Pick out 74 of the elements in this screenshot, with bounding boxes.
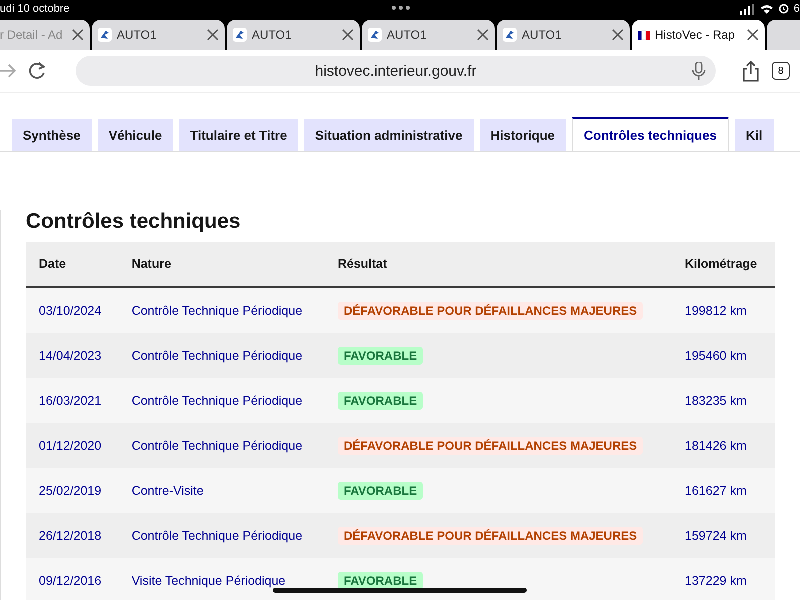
section-heading: Contrôles techniques (26, 210, 242, 234)
page-tab[interactable]: Titulaire et Titre (179, 119, 298, 151)
table-cell: 161627 km (672, 468, 775, 513)
table-cell: Visite Technique Périodique (118, 558, 325, 600)
table-cell: 03/10/2024 (26, 287, 119, 333)
result-tag: FAVORABLE (338, 392, 424, 410)
tab-title: AUTO1 (387, 28, 428, 42)
browser-tab[interactable]: AUTO1 (497, 20, 630, 50)
close-icon[interactable] (477, 29, 489, 41)
table-cell: 195460 km (672, 333, 775, 378)
close-icon[interactable] (72, 29, 84, 41)
signal-icon (740, 4, 755, 14)
tab-title: r Detail - Ad (0, 28, 64, 42)
battery-percent: 6 (794, 3, 800, 15)
table-cell: 159724 km (672, 513, 775, 558)
table-cell: Contrôle Technique Périodique (118, 287, 325, 333)
result-tag: FAVORABLE (338, 346, 424, 364)
result-tag: DÉFAVORABLE POUR DÉFAILLANCES MAJEURES (338, 436, 644, 454)
share-icon[interactable] (742, 60, 760, 82)
table-cell: Contrôle Technique Périodique (118, 513, 325, 558)
tab-count-button[interactable]: 8 (772, 62, 790, 80)
clock-icon (778, 4, 789, 14)
table-cell: Contre-Visite (118, 468, 325, 513)
table-cell: 181426 km (672, 423, 775, 468)
table-cell: 26/12/2018 (26, 513, 119, 558)
table-cell: Contrôle Technique Périodique (118, 378, 325, 423)
flag-icon (638, 28, 650, 42)
close-icon[interactable] (207, 29, 219, 41)
result-tag: FAVORABLE (338, 572, 424, 590)
result-tag: DÉFAVORABLE POUR DÉFAILLANCES MAJEURES (338, 302, 644, 320)
table-cell: 01/12/2020 (26, 423, 119, 468)
close-icon[interactable] (747, 29, 759, 41)
table-cell: Contrôle Technique Périodique (118, 333, 325, 378)
page-tab[interactable]: Historique (480, 119, 566, 151)
tab-title: AUTO1 (252, 28, 293, 42)
table-cell: 199812 km (672, 287, 775, 333)
favicon-icon (98, 28, 112, 42)
tab-title: AUTO1 (522, 28, 563, 42)
reload-icon[interactable] (28, 62, 46, 80)
result-tag: FAVORABLE (338, 482, 424, 500)
column-header: Résultat (324, 242, 672, 287)
address-field[interactable]: histovec.interieur.gouv.fr (76, 56, 716, 86)
page-tab[interactable]: Situation administrative (304, 119, 474, 151)
close-icon[interactable] (342, 29, 354, 41)
table-cell: 25/02/2019 (26, 468, 119, 513)
url-text: histovec.interieur.gouv.fr (315, 62, 477, 80)
browser-tab[interactable]: AUTO1 (92, 20, 225, 50)
page-tab[interactable]: Synthèse (12, 119, 92, 151)
favicon-icon (368, 28, 382, 42)
column-header: Kilométrage (672, 242, 775, 287)
page-tab[interactable]: Kil (734, 119, 774, 151)
page-tab[interactable]: Contrôles techniques (572, 117, 729, 151)
favicon-icon (233, 28, 247, 42)
browser-tab[interactable]: AUTO1 (362, 20, 495, 50)
table-cell: 09/12/2016 (26, 558, 119, 600)
wifi-icon (760, 4, 774, 14)
column-header: Nature (118, 242, 325, 287)
table-cell: 137229 km (672, 558, 775, 600)
more-icon[interactable] (392, 6, 410, 10)
tab-title: HistoVec - Rap (655, 28, 736, 42)
table-cell: 183235 km (672, 378, 775, 423)
browser-tab[interactable]: AUTO1 (227, 20, 360, 50)
page-tab[interactable]: Véhicule (98, 119, 174, 151)
table-cell: Contrôle Technique Périodique (118, 423, 325, 468)
favicon-icon (503, 28, 517, 42)
browser-tab[interactable]: HistoVec - Rap (632, 20, 765, 50)
tab-title: AUTO1 (117, 28, 158, 42)
status-date: udi 10 octobre (0, 3, 70, 15)
table-cell: 16/03/2021 (26, 378, 119, 423)
result-tag: DÉFAVORABLE POUR DÉFAILLANCES MAJEURES (338, 526, 644, 544)
table-cell: 14/04/2023 (26, 333, 119, 378)
close-icon[interactable] (612, 29, 624, 41)
column-header: Date (26, 242, 119, 287)
microphone-icon[interactable] (692, 62, 706, 80)
